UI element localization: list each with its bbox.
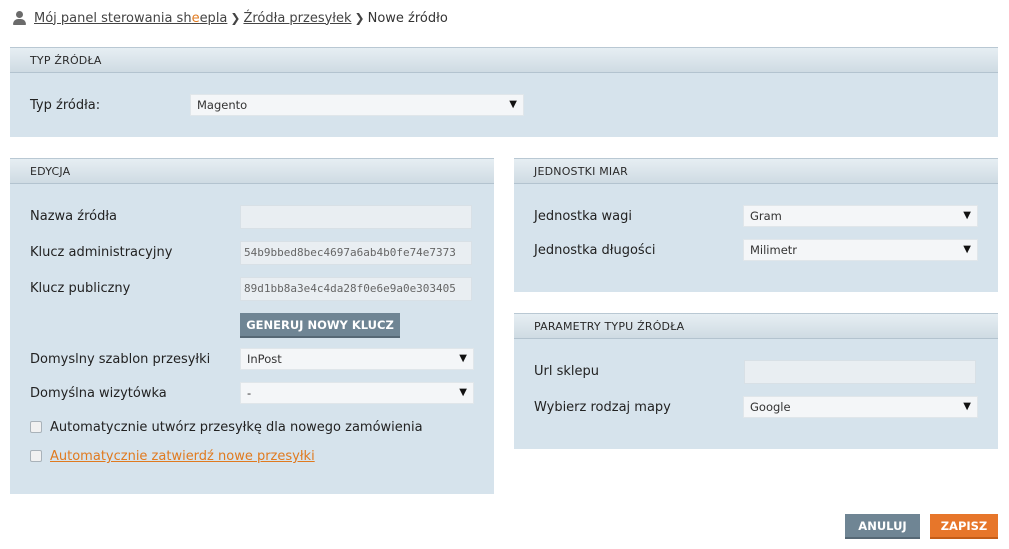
default-template-label: Domyslny szablon przesyłki bbox=[30, 352, 211, 367]
units-panel: JEDNOSTKI MIAR Jednostka wagi Gram ▼ Jed… bbox=[514, 158, 998, 292]
default-card-select[interactable]: - ▼ bbox=[240, 382, 474, 404]
map-type-value: Google bbox=[750, 400, 791, 414]
source-type-label: Typ źródła: bbox=[30, 98, 101, 113]
triangle-down-icon: ▼ bbox=[459, 387, 467, 398]
source-type-value: Magento bbox=[197, 98, 248, 112]
triangle-down-icon: ▼ bbox=[459, 353, 467, 364]
breadcrumb: Mój panel sterowania sheepla ❯ Źródła pr… bbox=[12, 9, 448, 27]
default-card-value: - bbox=[247, 386, 252, 400]
admin-key-label: Klucz administracyjny bbox=[30, 245, 173, 260]
triangle-down-icon: ▼ bbox=[963, 244, 971, 255]
user-icon bbox=[12, 11, 26, 25]
weight-unit-select[interactable]: Gram ▼ bbox=[743, 205, 978, 227]
source-type-header: TYP ŹRÓDŁA bbox=[10, 48, 998, 73]
source-type-panel: TYP ŹRÓDŁA Typ źródła: Magento ▼ bbox=[10, 47, 998, 137]
weight-unit-value: Gram bbox=[750, 209, 782, 223]
public-key-field[interactable]: 89d1bb8a3e4c4da28f0e6e9a0e303405 bbox=[240, 277, 472, 301]
default-template-value: InPost bbox=[247, 352, 282, 366]
breadcrumb-sources-link[interactable]: Źródła przesyłek bbox=[243, 11, 351, 26]
default-card-label: Domyślna wizytówka bbox=[30, 386, 167, 401]
public-key-label: Klucz publiczny bbox=[30, 281, 131, 296]
auto-confirm-checkbox[interactable] bbox=[30, 450, 42, 462]
source-name-input[interactable] bbox=[240, 205, 472, 229]
generate-key-button[interactable]: GENERUJ NOWY KLUCZ bbox=[240, 313, 400, 338]
default-template-select[interactable]: InPost ▼ bbox=[240, 348, 474, 370]
breadcrumb-panel-link[interactable]: Mój panel sterowania sheepla bbox=[34, 11, 227, 26]
chevron-right-icon: ❯ bbox=[230, 11, 241, 25]
auto-create-checkbox[interactable] bbox=[30, 421, 42, 433]
length-unit-select[interactable]: Milimetr ▼ bbox=[743, 239, 978, 261]
breadcrumb-current: Nowe źródło bbox=[367, 10, 448, 26]
units-header: JEDNOSTKI MIAR bbox=[514, 159, 998, 184]
edit-header: EDYCJA bbox=[10, 159, 494, 184]
triangle-down-icon: ▼ bbox=[963, 401, 971, 412]
admin-key-field[interactable]: 54b9bbed8bec4697a6ab4b0fe74e7373 bbox=[240, 241, 472, 265]
save-button[interactable]: ZAPISZ bbox=[930, 514, 998, 539]
chevron-right-icon: ❯ bbox=[354, 11, 365, 25]
map-type-label: Wybierz rodzaj mapy bbox=[534, 400, 671, 415]
auto-create-label: Automatycznie utwórz przesyłkę dla noweg… bbox=[50, 420, 423, 435]
triangle-down-icon: ▼ bbox=[963, 210, 971, 221]
auto-confirm-link[interactable]: Automatycznie zatwierdź nowe przesyłki bbox=[50, 449, 315, 464]
source-type-select[interactable]: Magento ▼ bbox=[190, 94, 524, 116]
shop-url-input[interactable] bbox=[744, 360, 976, 384]
length-unit-value: Milimetr bbox=[750, 243, 798, 257]
source-params-header: PARAMETRY TYPU ŹRÓDŁA bbox=[514, 314, 998, 339]
cancel-button[interactable]: ANULUJ bbox=[845, 514, 920, 539]
shop-url-label: Url sklepu bbox=[534, 364, 600, 379]
edit-panel: EDYCJA Nazwa źródła Klucz administracyjn… bbox=[10, 158, 494, 494]
length-unit-label: Jednostka długości bbox=[534, 243, 656, 258]
weight-unit-label: Jednostka wagi bbox=[534, 209, 633, 224]
source-params-panel: PARAMETRY TYPU ŹRÓDŁA Url sklepu Wybierz… bbox=[514, 313, 998, 449]
triangle-down-icon: ▼ bbox=[509, 99, 517, 110]
map-type-select[interactable]: Google ▼ bbox=[743, 396, 978, 418]
source-name-label: Nazwa źródła bbox=[30, 209, 117, 224]
